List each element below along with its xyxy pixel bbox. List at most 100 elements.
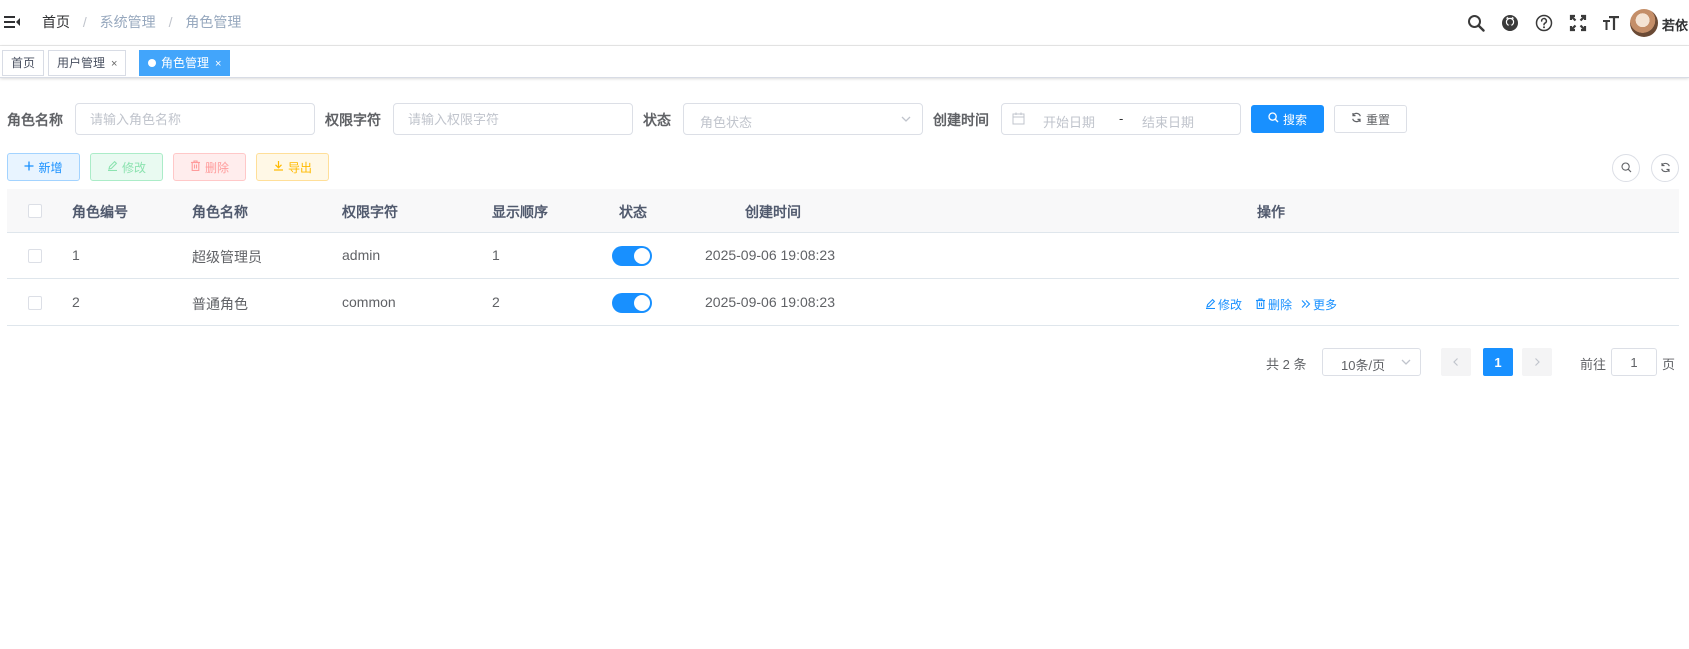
calendar-icon bbox=[1012, 112, 1025, 128]
breadcrumb-home[interactable]: 首页 bbox=[42, 14, 70, 30]
row-delete-label: 删除 bbox=[1268, 298, 1293, 312]
column-header: 状态 bbox=[619, 204, 647, 220]
fullscreen-icon[interactable] bbox=[1568, 13, 1588, 33]
next-page-button[interactable] bbox=[1522, 348, 1552, 376]
column-header: 角色编号 bbox=[72, 204, 128, 220]
edit-icon bbox=[1205, 298, 1216, 312]
role-key: common bbox=[342, 294, 396, 310]
breadcrumb-system: 系统管理 bbox=[99, 14, 156, 30]
close-icon[interactable]: × bbox=[111, 58, 117, 70]
page-number-button[interactable]: 1 bbox=[1483, 348, 1513, 376]
reset-button-label: 重置 bbox=[1365, 112, 1390, 127]
tag-user-management[interactable]: 用户管理 × bbox=[48, 50, 127, 76]
switch-knob bbox=[634, 295, 650, 311]
table-row: 2 普通角色 common 2 2025-09-06 19:08:23 修改 删… bbox=[7, 279, 1679, 326]
edit-button[interactable]: 修改 bbox=[90, 153, 163, 181]
help-icon[interactable] bbox=[1534, 13, 1554, 33]
table-row: 1 超级管理员 admin 1 2025-09-06 19:08:23 bbox=[7, 233, 1679, 279]
table-header: 角色编号 角色名称 权限字符 显示顺序 状态 创建时间 操作 bbox=[7, 189, 1679, 233]
row-checkbox[interactable] bbox=[28, 249, 42, 263]
role-key: admin bbox=[342, 247, 381, 263]
created-time: 2025-09-06 19:08:23 bbox=[705, 247, 835, 263]
avatar[interactable] bbox=[1630, 9, 1658, 37]
column-header: 操作 bbox=[1257, 204, 1285, 220]
search-button[interactable]: 搜索 bbox=[1251, 105, 1324, 133]
page-size-select[interactable]: 10条/页 bbox=[1322, 348, 1421, 376]
tag-label: 角色管理 bbox=[161, 56, 210, 70]
refresh-icon bbox=[1660, 160, 1671, 176]
font-size-icon[interactable] bbox=[1601, 13, 1621, 33]
trash-icon bbox=[1255, 297, 1266, 312]
tag-label: 用户管理 bbox=[57, 56, 106, 70]
download-icon bbox=[273, 160, 284, 174]
column-header: 显示顺序 bbox=[492, 204, 548, 220]
status-label: 状态 bbox=[643, 112, 671, 128]
page-suffix: 页 bbox=[1662, 357, 1676, 372]
prev-page-button[interactable] bbox=[1441, 348, 1471, 376]
row-edit-label: 修改 bbox=[1218, 298, 1243, 312]
github-icon[interactable] bbox=[1500, 13, 1520, 33]
search-icon[interactable] bbox=[1466, 13, 1486, 33]
chevron-left-icon bbox=[1451, 354, 1461, 370]
row-more-link[interactable]: 更多 bbox=[1301, 296, 1337, 313]
role-id: 2 bbox=[72, 294, 80, 310]
search-button-label: 搜索 bbox=[1282, 112, 1307, 127]
chevron-down-icon bbox=[900, 112, 912, 128]
page-size-value: 10条/页 bbox=[1341, 358, 1386, 373]
breadcrumb-current: 角色管理 bbox=[185, 14, 242, 30]
status-switch[interactable] bbox=[612, 293, 652, 313]
tag-role-management[interactable]: 角色管理 × bbox=[139, 50, 231, 76]
role-name-input[interactable] bbox=[75, 103, 315, 135]
search-icon bbox=[1620, 160, 1632, 176]
row-delete-link[interactable]: 删除 bbox=[1255, 296, 1292, 313]
row-more-label: 更多 bbox=[1313, 298, 1338, 312]
date-range-picker[interactable]: 开始日期 - 结束日期 bbox=[1001, 103, 1241, 135]
username[interactable]: 若依 bbox=[1662, 15, 1688, 34]
select-all-checkbox[interactable] bbox=[28, 204, 42, 218]
edit-icon bbox=[107, 160, 118, 174]
export-button-label: 导出 bbox=[287, 160, 312, 175]
close-icon[interactable]: × bbox=[215, 58, 221, 70]
plus-icon bbox=[24, 160, 34, 174]
role-id: 1 bbox=[72, 247, 80, 263]
row-edit-link[interactable]: 修改 bbox=[1205, 296, 1242, 313]
edit-button-label: 修改 bbox=[121, 160, 146, 175]
export-button[interactable]: 导出 bbox=[256, 153, 329, 181]
created-time: 2025-09-06 19:08:23 bbox=[705, 294, 835, 310]
role-sort: 2 bbox=[492, 294, 500, 310]
toggle-search-button[interactable] bbox=[1612, 154, 1640, 182]
role-name: 普通角色 bbox=[192, 296, 248, 312]
range-separator: - bbox=[1119, 111, 1124, 126]
reset-button[interactable]: 重置 bbox=[1334, 105, 1407, 133]
status-select[interactable]: 角色状态 bbox=[683, 103, 923, 135]
total-count: 共 2 条 bbox=[1266, 357, 1307, 372]
column-header: 权限字符 bbox=[342, 204, 398, 220]
add-button[interactable]: 新增 bbox=[7, 153, 80, 181]
breadcrumb-separator: / bbox=[168, 14, 173, 30]
column-header: 创建时间 bbox=[745, 204, 801, 220]
chevron-down-icon bbox=[1400, 355, 1412, 371]
column-header: 角色名称 bbox=[192, 204, 248, 220]
role-sort: 1 bbox=[492, 247, 500, 263]
row-checkbox[interactable] bbox=[28, 296, 42, 310]
refresh-button[interactable] bbox=[1651, 154, 1679, 182]
role-name-label: 角色名称 bbox=[7, 112, 63, 128]
role-key-label: 权限字符 bbox=[325, 112, 381, 128]
breadcrumb: 首页 / 系统管理 / 角色管理 bbox=[42, 14, 241, 30]
goto-label: 前往 bbox=[1580, 357, 1607, 372]
tags-view: 首页 用户管理 × 角色管理 × bbox=[0, 46, 1689, 78]
search-icon bbox=[1268, 112, 1279, 126]
end-date-placeholder[interactable]: 结束日期 bbox=[1142, 112, 1194, 131]
refresh-icon bbox=[1351, 112, 1362, 126]
hamburger-menu-icon[interactable] bbox=[4, 14, 20, 30]
tag-home[interactable]: 首页 bbox=[2, 50, 45, 76]
status-select-placeholder: 角色状态 bbox=[700, 115, 753, 130]
role-key-input[interactable] bbox=[393, 103, 633, 135]
switch-knob bbox=[634, 248, 650, 264]
status-switch[interactable] bbox=[612, 246, 652, 266]
goto-page-input[interactable] bbox=[1611, 348, 1657, 376]
delete-button[interactable]: 删除 bbox=[173, 153, 246, 181]
created-time-label: 创建时间 bbox=[933, 112, 989, 128]
delete-button-label: 删除 bbox=[204, 160, 229, 175]
start-date-placeholder[interactable]: 开始日期 bbox=[1043, 112, 1095, 131]
